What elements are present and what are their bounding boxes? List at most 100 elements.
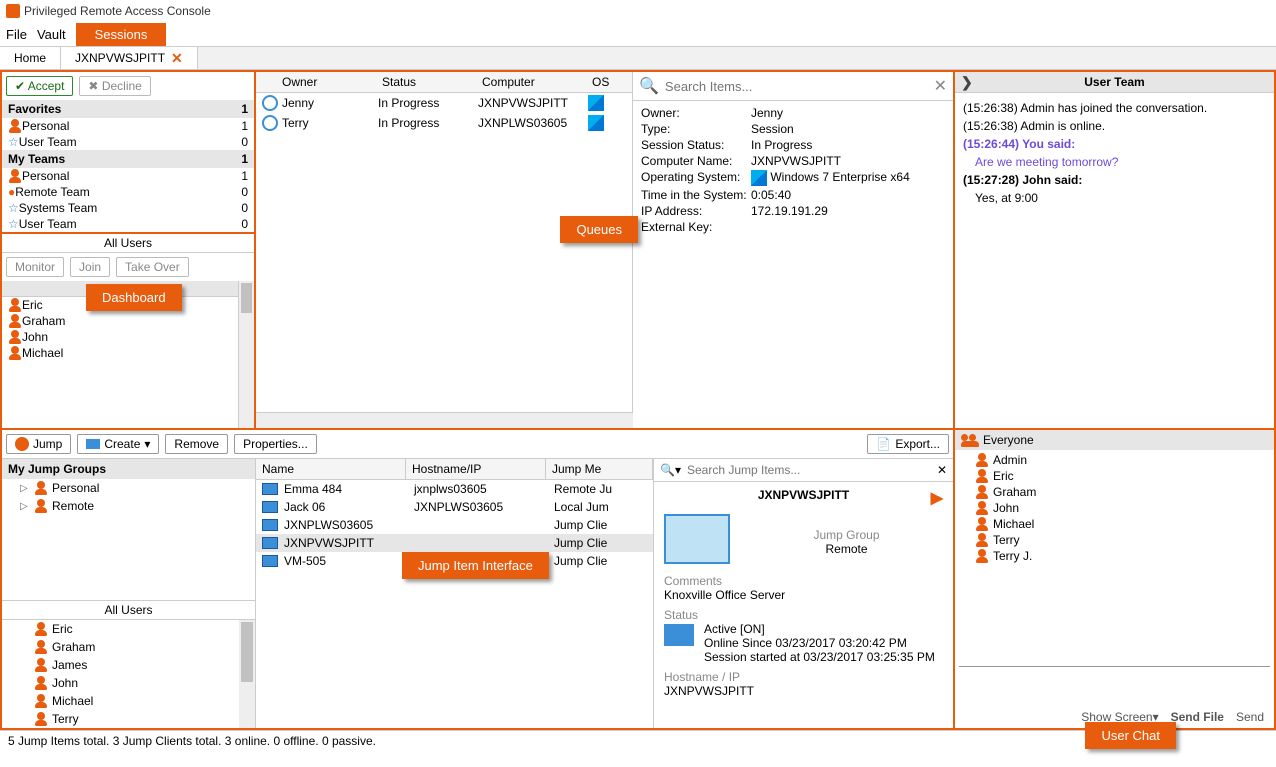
chat-panel: ❯ User Team (15:26:38) Admin has joined … <box>955 72 1274 428</box>
table-row[interactable]: JennyIn ProgressJXNPVWSJPITT <box>256 93 632 113</box>
list-item[interactable]: Admin <box>955 452 1274 468</box>
table-row[interactable]: JXNPVWSJPITTJump Clie <box>256 534 653 552</box>
person-icon <box>975 517 989 531</box>
chat-body: (15:26:38) Admin has joined the conversa… <box>955 93 1274 428</box>
list-item[interactable]: ☆Systems Team0 <box>2 200 254 216</box>
person-icon <box>975 485 989 499</box>
star-icon: ☆ <box>8 135 19 149</box>
create-button[interactable]: Create▾ <box>77 434 159 454</box>
table-row[interactable]: Jack 06JXNPLWS03605Local Jum <box>256 498 653 516</box>
jump-button[interactable]: Jump <box>6 434 71 454</box>
screenshot-thumb <box>664 514 730 564</box>
person-icon <box>975 533 989 547</box>
person-icon <box>34 481 48 495</box>
queue-header: Owner Status Computer OS <box>256 72 632 93</box>
table-row[interactable]: TerryIn ProgressJXNPLWS03605 <box>256 113 632 133</box>
monitor-button[interactable]: Monitor <box>6 257 64 277</box>
list-item[interactable]: ☆User Team0 <box>2 216 254 232</box>
chevron-right-icon[interactable]: ❯ <box>961 74 973 91</box>
list-item[interactable]: Terry <box>955 532 1274 548</box>
person-icon <box>975 469 989 483</box>
person-icon <box>8 169 22 183</box>
list-item[interactable]: Graham0 <box>2 313 254 329</box>
person-icon <box>975 453 989 467</box>
play-icon[interactable]: ▶ <box>931 488 943 508</box>
menu-sessions[interactable]: Sessions <box>76 23 167 46</box>
person-icon <box>8 119 22 133</box>
jump-groups: My Jump Groups ▷Personal▷Remote All User… <box>2 459 256 728</box>
menu-vault[interactable]: Vault <box>37 27 66 42</box>
windows-icon <box>588 95 604 111</box>
star-icon: ☆ <box>8 217 19 231</box>
tree-item[interactable]: ▷Personal <box>2 479 255 497</box>
details-pane: Owner:Jenny Type:Session Session Status:… <box>633 101 953 239</box>
everyone-header[interactable]: Everyone <box>955 430 1274 450</box>
person-icon <box>34 499 48 513</box>
clear-icon[interactable]: ✕ <box>937 463 947 477</box>
decline-button[interactable]: ✖ Decline <box>79 76 150 96</box>
send-file-button[interactable]: Send File <box>1171 710 1224 724</box>
tree-item[interactable]: ▷Remote <box>2 497 255 515</box>
tree-item[interactable]: John <box>2 674 255 692</box>
chat-input[interactable] <box>959 666 1270 706</box>
person-icon <box>34 640 48 654</box>
shield-icon <box>6 4 20 18</box>
scrollbar[interactable] <box>239 620 255 728</box>
table-row[interactable]: Emma 484jxnplws03605Remote Ju <box>256 480 653 498</box>
list-item[interactable]: John <box>955 500 1274 516</box>
tab-session[interactable]: JXNPVWSJPITT ✕ <box>61 47 198 69</box>
accept-button[interactable]: ✔ Accept <box>6 76 73 96</box>
app-title: Privileged Remote Access Console <box>24 4 211 18</box>
tree-item[interactable]: Eric <box>2 620 255 638</box>
tree-item[interactable]: James <box>2 656 255 674</box>
tree-item[interactable]: Michael <box>2 692 255 710</box>
monitor-icon <box>262 537 278 549</box>
list-item[interactable]: ☆User Team0 <box>2 134 254 150</box>
takeover-button[interactable]: Take Over <box>116 257 189 277</box>
search-input[interactable] <box>665 79 928 94</box>
callout-userchat: User Chat <box>1085 722 1176 749</box>
clear-icon[interactable]: ✕ <box>934 76 947 96</box>
send-button[interactable]: Send <box>1236 710 1264 724</box>
callout-dashboard: Dashboard <box>86 284 182 311</box>
monitor-icon <box>262 501 278 513</box>
person-icon <box>8 346 22 360</box>
close-icon[interactable]: ✕ <box>171 50 183 67</box>
search-icon: 🔍▾ <box>660 463 681 477</box>
list-item[interactable]: ●Remote Team0 <box>2 184 254 200</box>
scrollbar-h[interactable] <box>256 412 633 428</box>
menubar: File Vault Sessions <box>0 22 1276 46</box>
person-icon <box>8 298 22 312</box>
favorites-header: Favorites 1 <box>2 100 254 118</box>
export-button[interactable]: 📄 Export... <box>867 434 949 454</box>
tab-home[interactable]: Home <box>0 47 61 69</box>
list-item[interactable]: Terry J. <box>955 548 1274 564</box>
list-item[interactable]: Eric <box>955 468 1274 484</box>
list-item[interactable]: Personal1 <box>2 118 254 134</box>
properties-button[interactable]: Properties... <box>234 434 317 454</box>
list-item[interactable]: Graham <box>955 484 1274 500</box>
list-item[interactable]: John0 <box>2 329 254 345</box>
queue-panel: Owner Status Computer OS JennyIn Progres… <box>256 72 955 428</box>
windows-icon <box>751 170 767 186</box>
tree-item[interactable]: Graham <box>2 638 255 656</box>
play-icon <box>15 437 29 451</box>
scrollbar[interactable] <box>238 281 254 428</box>
list-item[interactable]: Personal1 <box>2 168 254 184</box>
list-item[interactable]: Michael0 <box>2 345 254 361</box>
remove-button[interactable]: Remove <box>165 434 228 454</box>
menu-file[interactable]: File <box>6 27 27 42</box>
jump-toolbar: Jump Create▾ Remove Properties... 📄 Expo… <box>2 430 953 459</box>
jump-search-input[interactable] <box>687 463 931 477</box>
list-item[interactable]: Michael <box>955 516 1274 532</box>
person-icon <box>34 712 48 726</box>
myteams-header: My Teams 1 <box>2 150 254 168</box>
tab-row: Home JXNPVWSJPITT ✕ <box>0 46 1276 70</box>
monitor-icon <box>262 555 278 567</box>
table-row[interactable]: JXNPLWS03605Jump Clie <box>256 516 653 534</box>
join-button[interactable]: Join <box>70 257 110 277</box>
person-icon <box>975 501 989 515</box>
star-icon: ☆ <box>8 201 19 215</box>
everyone-panel: Everyone AdminEricGrahamJohnMichaelTerry… <box>955 430 1274 728</box>
tree-item[interactable]: Terry <box>2 710 255 728</box>
